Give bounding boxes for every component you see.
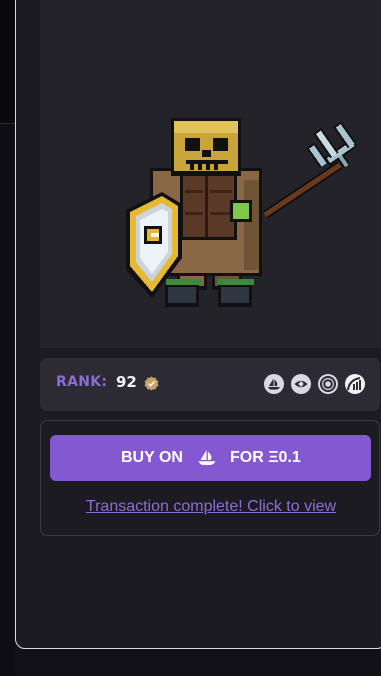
buy-button-prefix: BUY ON xyxy=(121,449,183,466)
buy-button-price: FOR Ξ0.1 xyxy=(230,449,301,466)
buy-card: BUY ON FOR Ξ0.1 Transaction complete! Cl… xyxy=(40,420,380,536)
opensea-boat-icon[interactable] xyxy=(264,374,284,394)
background-divider xyxy=(0,123,15,124)
background-page-strip xyxy=(0,0,15,676)
looksrare-eye-icon[interactable] xyxy=(291,374,311,394)
skull-head xyxy=(171,118,241,176)
opensea-boat-icon xyxy=(198,450,216,465)
buy-button[interactable]: BUY ON FOR Ξ0.1 xyxy=(50,435,371,481)
transaction-link[interactable]: Transaction complete! Click to view xyxy=(41,498,381,516)
rank-label: RANK: xyxy=(56,374,108,390)
trident xyxy=(262,121,358,219)
x2y2-rings-icon[interactable] xyxy=(318,374,338,394)
nft-image xyxy=(40,0,381,348)
rank-value: 92 xyxy=(116,373,137,391)
rank-bar: RANK: 92 xyxy=(40,358,380,411)
background-page-header xyxy=(0,0,15,123)
gem-chart-icon[interactable] xyxy=(345,374,365,394)
verified-badge-icon xyxy=(144,376,159,391)
